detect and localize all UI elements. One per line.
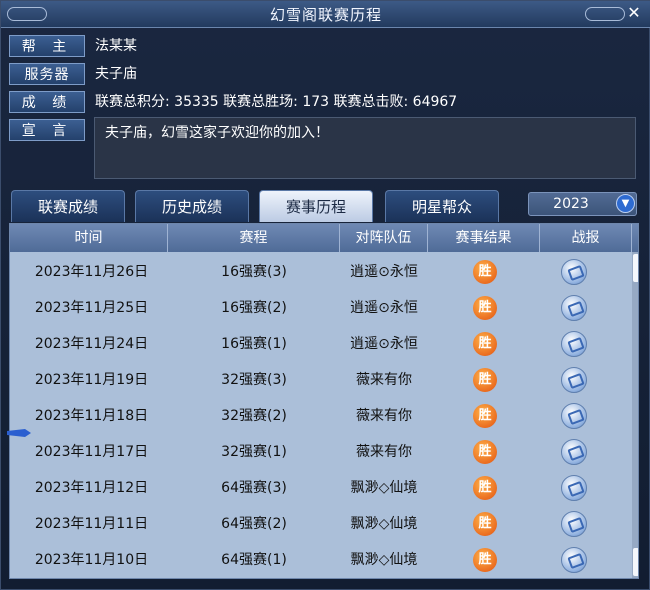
battle-report-icon[interactable] [561, 547, 587, 573]
scrollbar-thumb-bottom[interactable] [633, 548, 638, 576]
table-scrollbar[interactable] [632, 252, 638, 578]
row-stage: 64强赛(2) [221, 516, 287, 532]
row-stage: 16强赛(1) [221, 336, 287, 352]
leader-label: 帮 主 [9, 35, 85, 57]
row-opponent: 飘渺◇仙境 [350, 516, 418, 532]
header-opponent: 对阵队伍 [340, 224, 428, 252]
row-stage: 16强赛(2) [221, 300, 287, 316]
table-row: 2023年11月18日 32强赛(2) 薇来有你 胜 [10, 398, 630, 434]
battle-report-icon[interactable] [561, 295, 587, 321]
row-opponent: 飘渺◇仙境 [350, 480, 418, 496]
scrollbar-thumb-top[interactable] [633, 254, 638, 282]
header-time: 时间 [10, 224, 168, 252]
row-stage: 64强赛(1) [221, 552, 287, 568]
close-icon[interactable]: ✕ [625, 4, 643, 22]
row-date: 2023年11月17日 [34, 444, 149, 460]
row-stage: 32强赛(3) [221, 372, 287, 388]
battle-report-icon[interactable] [561, 259, 587, 285]
row-opponent: 薇来有你 [356, 408, 412, 424]
row-opponent: 逍遥⊙永恒 [350, 336, 418, 352]
table-row: 2023年11月24日 16强赛(1) 逍遥⊙永恒 胜 [10, 326, 630, 362]
row-opponent: 飘渺◇仙境 [350, 552, 418, 568]
row-date: 2023年11月12日 [34, 480, 149, 496]
result-win-badge: 胜 [473, 404, 497, 428]
row-date: 2023年11月19日 [34, 372, 149, 388]
result-win-badge: 胜 [473, 260, 497, 284]
row-date: 2023年11月11日 [34, 516, 149, 532]
row-date: 2023年11月18日 [34, 408, 149, 424]
result-win-badge: 胜 [473, 440, 497, 464]
tab-match-history[interactable]: 赛事历程 [259, 190, 373, 222]
league-history-window: 幻雪阁联赛历程 ✕ 帮 主 法某某 服务器 夫子庙 成 绩 联赛总积分: 353… [0, 0, 650, 590]
table-row: 2023年11月12日 64强赛(3) 飘渺◇仙境 胜 [10, 470, 630, 506]
result-win-badge: 胜 [473, 512, 497, 536]
tab-star-members[interactable]: 明星帮众 [385, 190, 499, 222]
pointer-icon [7, 429, 31, 437]
result-win-badge: 胜 [473, 548, 497, 572]
battle-report-icon[interactable] [561, 511, 587, 537]
battle-report-icon[interactable] [561, 475, 587, 501]
battle-report-icon[interactable] [561, 439, 587, 465]
battle-report-icon[interactable] [561, 367, 587, 393]
row-stage: 32强赛(2) [221, 408, 287, 424]
row-opponent: 逍遥⊙永恒 [350, 300, 418, 316]
table-row: 2023年11月26日 16强赛(3) 逍遥⊙永恒 胜 [10, 254, 630, 290]
score-value: 联赛总积分: 35335 联赛总胜场: 173 联赛总击败: 64967 [95, 94, 458, 110]
result-win-badge: 胜 [473, 476, 497, 500]
server-label: 服务器 [9, 63, 85, 85]
server-value: 夫子庙 [95, 66, 137, 82]
result-win-badge: 胜 [473, 368, 497, 392]
table-row: 2023年11月11日 64强赛(2) 飘渺◇仙境 胜 [10, 506, 630, 542]
motto-text: 夫子庙，幻雪这家子欢迎你的加入！ [94, 117, 636, 179]
table-row: 2023年11月19日 32强赛(3) 薇来有你 胜 [10, 362, 630, 398]
row-stage: 64强赛(3) [221, 480, 287, 496]
year-select[interactable]: 2023 ▼ [528, 192, 637, 216]
table-row: 2023年11月25日 16强赛(2) 逍遥⊙永恒 胜 [10, 290, 630, 326]
table-header: 时间 赛程 对阵队伍 赛事结果 战报 [10, 224, 638, 252]
chevron-down-icon[interactable]: ▼ [616, 194, 635, 213]
leader-value: 法某某 [95, 38, 137, 54]
header-report: 战报 [540, 224, 632, 252]
tab-league-results[interactable]: 联赛成绩 [11, 190, 125, 222]
row-date: 2023年11月26日 [34, 264, 149, 280]
row-date: 2023年11月10日 [34, 552, 149, 568]
window-title: 幻雪阁联赛历程 [269, 6, 382, 24]
motto-label: 宣 言 [9, 119, 85, 141]
row-date: 2023年11月25日 [34, 300, 149, 316]
result-win-badge: 胜 [473, 332, 497, 356]
result-win-badge: 胜 [473, 296, 497, 320]
row-opponent: 逍遥⊙永恒 [350, 264, 418, 280]
row-date: 2023年11月24日 [34, 336, 149, 352]
row-opponent: 薇来有你 [356, 444, 412, 460]
table-row: 2023年11月17日 32强赛(1) 薇来有你 胜 [10, 434, 630, 470]
table-row: 2023年11月10日 64强赛(1) 飘渺◇仙境 胜 [10, 542, 630, 578]
row-stage: 32强赛(1) [221, 444, 287, 460]
row-stage: 16强赛(3) [221, 264, 287, 280]
header-result: 赛事结果 [428, 224, 540, 252]
row-opponent: 薇来有你 [356, 372, 412, 388]
header-stage: 赛程 [168, 224, 340, 252]
battle-report-icon[interactable] [561, 331, 587, 357]
tab-history-results[interactable]: 历史成绩 [135, 190, 249, 222]
title-bar[interactable]: 幻雪阁联赛历程 ✕ [1, 1, 650, 28]
title-ornament-right [585, 7, 625, 21]
battle-report-icon[interactable] [561, 403, 587, 429]
score-label: 成 绩 [9, 91, 85, 113]
match-table: 时间 赛程 对阵队伍 赛事结果 战报 2023年11月26日 16强赛(3) 逍遥⊙… [9, 223, 639, 579]
year-value: 2023 [553, 196, 589, 212]
